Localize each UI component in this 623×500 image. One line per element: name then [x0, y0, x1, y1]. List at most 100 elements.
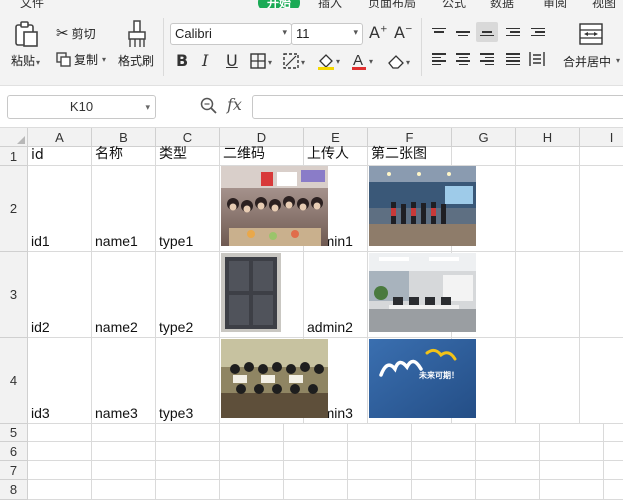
- merge-center-icon[interactable]: [578, 22, 604, 49]
- cell-c3[interactable]: type2: [156, 252, 220, 338]
- empty-cell[interactable]: [516, 252, 580, 338]
- cell-a3[interactable]: id2: [28, 252, 92, 338]
- empty-cell[interactable]: [580, 147, 623, 166]
- name-box[interactable]: K10 ▾: [7, 95, 156, 119]
- column-header-a[interactable]: A: [28, 128, 92, 147]
- menu-insert[interactable]: 插入: [318, 0, 342, 8]
- bold-icon[interactable]: B: [176, 51, 188, 70]
- header-cell-type[interactable]: 类型: [156, 146, 220, 166]
- chevron-down-icon: ▾: [282, 27, 287, 37]
- menu-view[interactable]: 视图: [592, 0, 616, 8]
- align-center-icon[interactable]: [452, 49, 474, 69]
- italic-icon[interactable]: I: [202, 51, 208, 70]
- header-cell-uploader[interactable]: 上传人: [304, 146, 368, 166]
- menu-data[interactable]: 数据: [490, 0, 514, 8]
- menu-page-layout[interactable]: 页面布局: [368, 0, 416, 8]
- row-header-1[interactable]: 1: [0, 147, 28, 166]
- menu-home[interactable]: 开始: [258, 0, 301, 8]
- chevron-down-icon: ▾: [353, 27, 358, 37]
- paste-label[interactable]: 粘贴▾: [11, 52, 40, 69]
- align-middle-icon[interactable]: [452, 22, 474, 42]
- cell-c4[interactable]: type3: [156, 338, 220, 424]
- header-cell-second-image[interactable]: 第二张图: [368, 146, 452, 166]
- cell-b3[interactable]: name2: [92, 252, 156, 338]
- header-cell-id[interactable]: id: [28, 147, 92, 166]
- cell-b2[interactable]: name1: [92, 166, 156, 252]
- office-interior-image[interactable]: [369, 253, 476, 332]
- row-header-6[interactable]: 6: [0, 442, 28, 461]
- empty-cell[interactable]: [580, 338, 623, 424]
- font-size-select[interactable]: 11 ▾: [291, 23, 363, 45]
- merge-center-label[interactable]: 合并居中: [563, 53, 611, 70]
- cell-c2[interactable]: type1: [156, 166, 220, 252]
- header-cell-name[interactable]: 名称: [92, 146, 156, 166]
- row-header-2[interactable]: 2: [0, 166, 28, 252]
- underline-icon[interactable]: U: [226, 51, 238, 70]
- column-header-i[interactable]: I: [580, 128, 623, 147]
- fill-pattern-icon[interactable]: ▾: [283, 53, 309, 72]
- cabinet-image[interactable]: [221, 253, 281, 332]
- empty-row[interactable]: [28, 424, 623, 442]
- column-header-h[interactable]: H: [516, 128, 580, 147]
- fx-icon[interactable]: fx: [227, 95, 242, 114]
- empty-row[interactable]: [28, 442, 623, 461]
- empty-cell[interactable]: [516, 166, 580, 252]
- decrease-indent-icon[interactable]: [502, 22, 524, 42]
- row-header-7[interactable]: 7: [0, 461, 28, 480]
- empty-cell[interactable]: [452, 147, 516, 166]
- font-color-icon[interactable]: A ▾: [351, 51, 379, 74]
- menu-bar: 文件 开始 插入 页面布局 公式 数据 审阅 视图: [0, 0, 623, 8]
- justify-icon[interactable]: [502, 49, 524, 69]
- increase-font-icon[interactable]: A+: [369, 23, 388, 42]
- increase-indent-icon[interactable]: [527, 22, 549, 42]
- group-photo-image[interactable]: [221, 166, 328, 246]
- border-icon[interactable]: ▾: [250, 53, 276, 72]
- cell-e3[interactable]: admin2: [304, 252, 368, 338]
- empty-cell[interactable]: [516, 147, 580, 166]
- eraser-icon[interactable]: ▾: [386, 52, 414, 73]
- spreadsheet-grid: A B C D E F G H I 1 2 3 4 5 6 7 8 id 名称 …: [0, 128, 623, 500]
- empty-cell[interactable]: [516, 338, 580, 424]
- office-event-image[interactable]: [369, 166, 476, 246]
- copy-button[interactable]: 复制 ▾: [56, 51, 106, 68]
- cell-b4[interactable]: name3: [92, 338, 156, 424]
- decrease-font-icon[interactable]: A−: [394, 23, 413, 42]
- menu-review[interactable]: 审阅: [543, 0, 567, 8]
- menu-file[interactable]: 文件: [20, 0, 44, 8]
- logo-wall-image[interactable]: 未来可期！: [369, 339, 476, 418]
- select-all-corner[interactable]: [0, 128, 28, 147]
- cell-a4[interactable]: id3: [28, 338, 92, 424]
- align-right-icon[interactable]: [476, 49, 498, 69]
- column-header-g[interactable]: G: [452, 128, 516, 147]
- row-header-3[interactable]: 3: [0, 252, 28, 338]
- paste-icon: [15, 21, 38, 47]
- svg-text:▾: ▾: [369, 57, 373, 66]
- empty-cell[interactable]: [580, 252, 623, 338]
- empty-row[interactable]: [28, 480, 623, 500]
- align-left-icon[interactable]: [428, 49, 450, 69]
- format-painter-button[interactable]: [126, 20, 148, 51]
- align-top-icon[interactable]: [428, 22, 450, 42]
- menu-formulas[interactable]: 公式: [442, 0, 466, 8]
- row-header-5[interactable]: 5: [0, 424, 28, 442]
- formula-input[interactable]: [252, 95, 623, 119]
- team-photo-image[interactable]: [221, 339, 328, 418]
- paste-button[interactable]: [12, 20, 40, 51]
- empty-row[interactable]: [28, 461, 623, 480]
- format-painter-label[interactable]: 格式刷: [118, 52, 154, 69]
- row-header-8[interactable]: 8: [0, 480, 28, 500]
- svg-text:▾: ▾: [268, 58, 272, 67]
- chevron-down-icon[interactable]: ▾: [616, 56, 620, 65]
- cut-button[interactable]: ✂ 剪切: [56, 24, 96, 42]
- distribute-icon[interactable]: [528, 50, 546, 71]
- empty-cell[interactable]: [580, 166, 623, 252]
- chevron-down-icon: ▾: [145, 102, 150, 112]
- font-name-select[interactable]: Calibri ▾: [170, 23, 292, 45]
- align-bottom-icon[interactable]: [476, 22, 498, 42]
- scissors-icon: ✂: [56, 24, 69, 42]
- fill-color-icon[interactable]: ▾: [316, 51, 344, 74]
- cell-a2[interactable]: id1: [28, 166, 92, 252]
- header-cell-qrcode[interactable]: 二维码: [220, 146, 304, 166]
- zoom-icon[interactable]: [200, 97, 218, 119]
- row-header-4[interactable]: 4: [0, 338, 28, 424]
